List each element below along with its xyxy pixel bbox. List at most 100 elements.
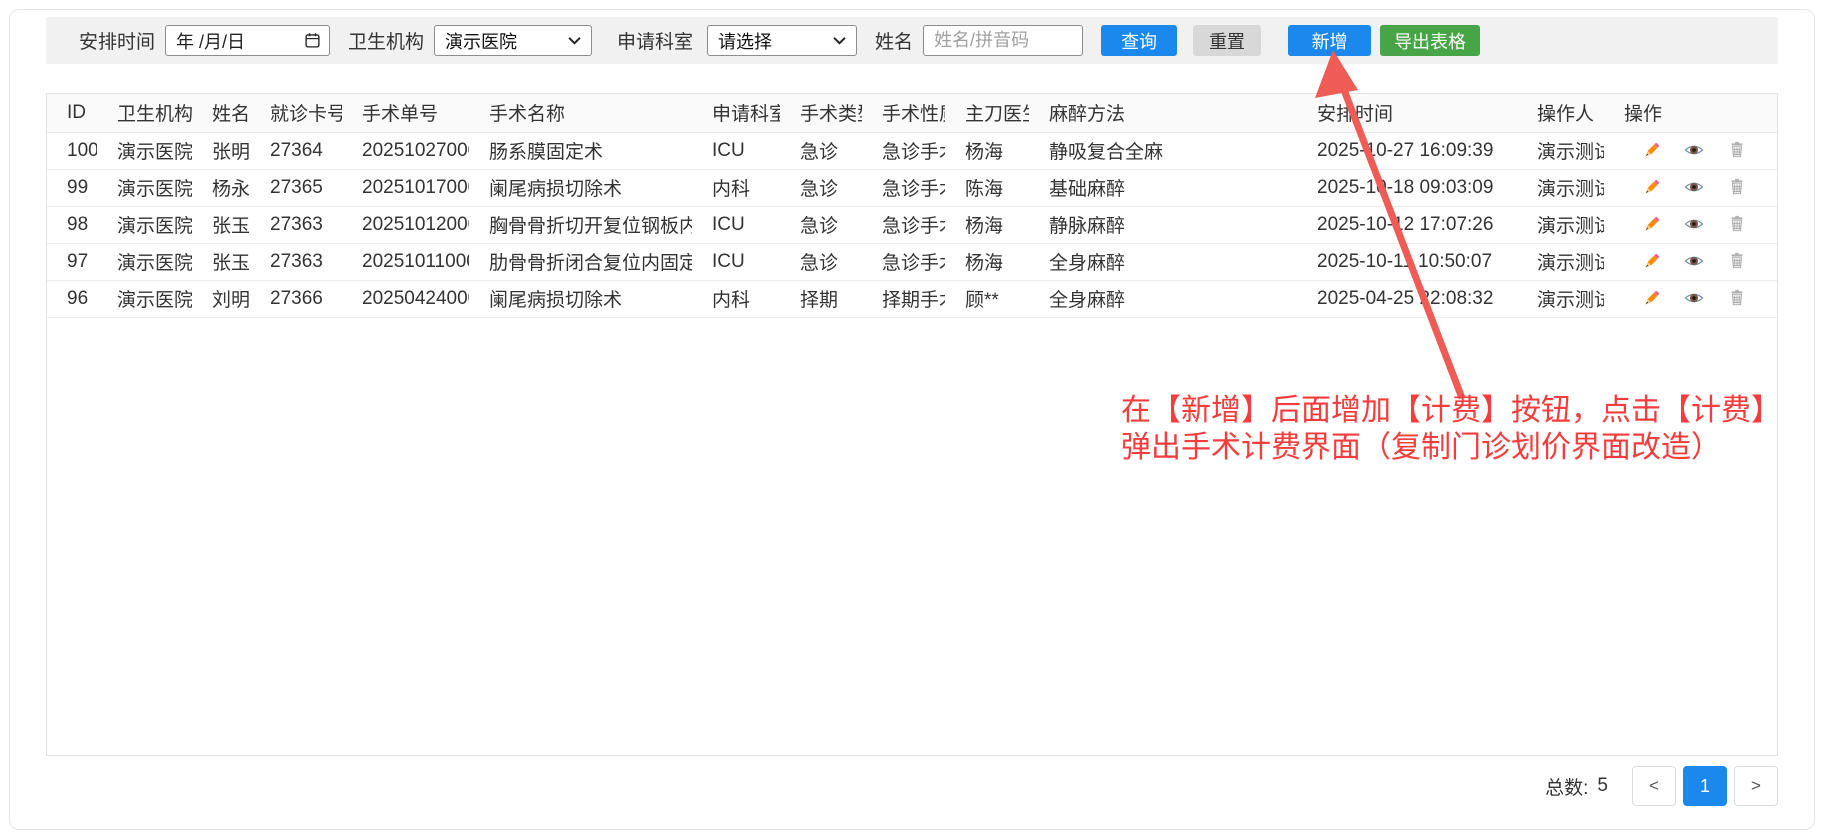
view-eye-icon[interactable] <box>1684 251 1704 271</box>
cell-scheduled-time: 2025-10-11 10:50:07 <box>1297 243 1517 280</box>
cell-surgery-name: 肠系膜固定术 <box>469 132 692 169</box>
column-header: 手术类型 <box>780 94 862 132</box>
cell-surgeon: 陈海 <box>945 169 1029 206</box>
delete-trash-icon[interactable] <box>1728 252 1746 270</box>
cell-surgeon: 杨海 <box>945 132 1029 169</box>
cell-actions <box>1604 206 1777 243</box>
table-row: 97 演示医院 张玉涛 27363 202510110001 肋骨骨折闭合复位内… <box>47 243 1777 280</box>
cell-scheduled-time: 2025-10-12 17:07:26 <box>1297 206 1517 243</box>
table-body: 100 演示医院 张明娟 27364 202510270001 肠系膜固定术 I… <box>47 132 1777 317</box>
total-count-value: 5 <box>1597 775 1608 797</box>
edit-pencil-icon[interactable] <box>1642 141 1661 160</box>
delete-trash-icon[interactable] <box>1728 141 1746 159</box>
column-header: 卫生机构 <box>97 94 192 132</box>
column-header: 麻醉方法 <box>1029 94 1297 132</box>
delete-trash-icon[interactable] <box>1728 289 1746 307</box>
cell-surgeon: 杨海 <box>945 206 1029 243</box>
cell-patient-name: 张明娟 <box>192 132 250 169</box>
column-header: 申请科室 <box>692 94 780 132</box>
total-count-label: 总数: <box>1545 773 1588 800</box>
prev-page-button[interactable]: < <box>1632 766 1676 806</box>
column-header: ID <box>47 94 97 132</box>
reset-button[interactable]: 重置 <box>1193 25 1261 56</box>
cell-card-no: 27363 <box>250 206 342 243</box>
view-eye-icon[interactable] <box>1684 214 1704 234</box>
cell-operator: 演示测试 <box>1517 243 1604 280</box>
pagination: 总数: 5 < 1 > <box>46 766 1778 806</box>
cell-card-no: 27365 <box>250 169 342 206</box>
add-button[interactable]: 新增 <box>1288 25 1371 56</box>
name-search-input[interactable] <box>923 25 1083 56</box>
cell-surgeon: 顾** <box>945 280 1029 317</box>
cell-order-no: 202510110001 <box>342 243 469 280</box>
cell-surgery-type: 择期 <box>780 280 862 317</box>
cell-order-no: 202510120001 <box>342 206 469 243</box>
dept-filter-label: 申请科室 <box>617 27 693 54</box>
edit-pencil-icon[interactable] <box>1642 252 1661 271</box>
cell-anesthesia: 基础麻醉 <box>1029 169 1297 206</box>
cell-surgery-type: 急诊 <box>780 243 862 280</box>
cell-anesthesia: 全身麻醉 <box>1029 243 1297 280</box>
edit-pencil-icon[interactable] <box>1642 215 1661 234</box>
cell-surgery-name: 肋骨骨折闭合复位内固定术 <box>469 243 692 280</box>
cell-actions <box>1604 169 1777 206</box>
cell-dept: 内科 <box>692 169 780 206</box>
column-header: 手术名称 <box>469 94 692 132</box>
calendar-icon <box>304 32 321 49</box>
cell-scheduled-time: 2025-10-18 09:03:09 <box>1297 169 1517 206</box>
view-eye-icon[interactable] <box>1684 177 1704 197</box>
delete-trash-icon[interactable] <box>1728 215 1746 233</box>
cell-org: 演示医院 <box>97 243 192 280</box>
cell-patient-name: 杨永林 <box>192 169 250 206</box>
column-header: 操作 <box>1604 94 1777 132</box>
date-input-value: 年 /月/日 <box>176 28 245 54</box>
cell-org: 演示医院 <box>97 132 192 169</box>
cell-dept: 内科 <box>692 280 780 317</box>
cell-operator: 演示测试 <box>1517 280 1604 317</box>
delete-trash-icon[interactable] <box>1728 178 1746 196</box>
cell-anesthesia: 静脉麻醉 <box>1029 206 1297 243</box>
date-input[interactable]: 年 /月/日 <box>165 25 330 56</box>
column-header: 姓名 <box>192 94 250 132</box>
edit-pencil-icon[interactable] <box>1642 178 1661 197</box>
cell-surgeon: 杨海 <box>945 243 1029 280</box>
table-row: 98 演示医院 张玉涛 27363 202510120001 胸骨骨折切开复位钢… <box>47 206 1777 243</box>
cell-actions <box>1604 280 1777 317</box>
cell-operator: 演示测试 <box>1517 132 1604 169</box>
column-header: 就诊卡号 <box>250 94 342 132</box>
cell-card-no: 27363 <box>250 243 342 280</box>
edit-pencil-icon[interactable] <box>1642 289 1661 308</box>
cell-card-no: 27364 <box>250 132 342 169</box>
view-eye-icon[interactable] <box>1684 140 1704 160</box>
column-header: 操作人 <box>1517 94 1604 132</box>
cell-dept: ICU <box>692 132 780 169</box>
view-eye-icon[interactable] <box>1684 288 1704 308</box>
surgery-table: ID卫生机构姓名就诊卡号手术单号手术名称申请科室手术类型手术性质主刀医生麻醉方法… <box>47 94 1777 318</box>
column-header: 手术单号 <box>342 94 469 132</box>
cell-surgery-name: 阑尾病损切除术 <box>469 169 692 206</box>
cell-dept: ICU <box>692 206 780 243</box>
cell-anesthesia: 静吸复合全麻 <box>1029 132 1297 169</box>
cell-id: 96 <box>47 280 97 317</box>
dept-select[interactable]: 请选择 <box>707 25 857 56</box>
cell-surgery-name: 阑尾病损切除术 <box>469 280 692 317</box>
cell-dept: ICU <box>692 243 780 280</box>
cell-anesthesia: 全身麻醉 <box>1029 280 1297 317</box>
table-header-row: ID卫生机构姓名就诊卡号手术单号手术名称申请科室手术类型手术性质主刀医生麻醉方法… <box>47 94 1777 132</box>
cell-scheduled-time: 2025-04-25 22:08:32 <box>1297 280 1517 317</box>
next-page-button[interactable]: > <box>1734 766 1778 806</box>
page-number-button[interactable]: 1 <box>1683 766 1727 806</box>
cell-id: 98 <box>47 206 97 243</box>
table-row: 99 演示医院 杨永林 27365 202510170001 阑尾病损切除术 内… <box>47 169 1777 206</box>
cell-patient-name: 张玉涛 <box>192 243 250 280</box>
cell-order-no: 202510170001 <box>342 169 469 206</box>
query-button[interactable]: 查询 <box>1101 25 1177 56</box>
export-table-button[interactable]: 导出表格 <box>1380 25 1480 56</box>
cell-surgery-nature: 急诊手术 <box>862 206 945 243</box>
cell-order-no: 202510270001 <box>342 132 469 169</box>
cell-surgery-nature: 急诊手术 <box>862 243 945 280</box>
cell-actions <box>1604 243 1777 280</box>
org-select[interactable]: 演示医院 <box>434 25 592 56</box>
annotation-text: 在【新增】后面增加【计费】按钮，点击【计费】弹出手术计费界面（复制门诊划价界面改… <box>1121 392 1793 466</box>
filter-bar: 安排时间 年 /月/日 卫生机构 演示医院 申请科室 请选择 姓名 查询 重置 … <box>46 17 1778 64</box>
